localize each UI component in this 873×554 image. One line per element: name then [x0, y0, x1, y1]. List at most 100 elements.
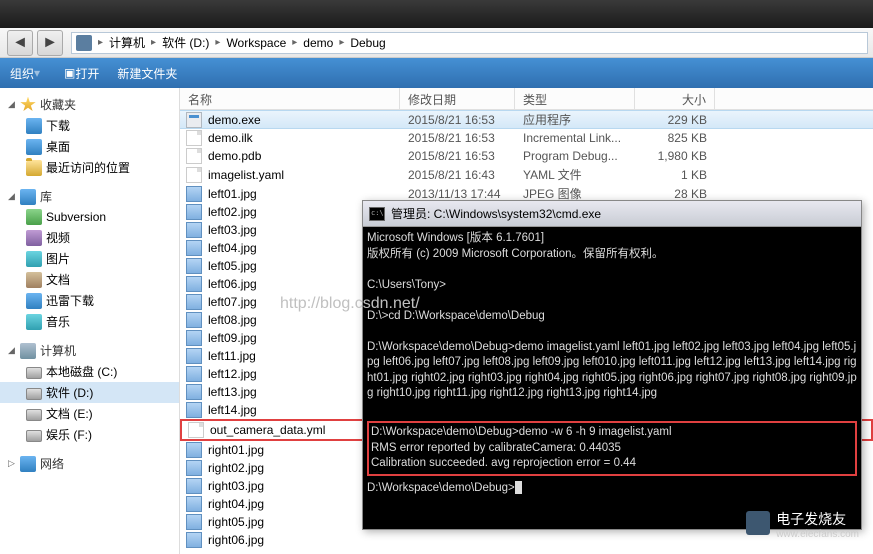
- column-date[interactable]: 修改日期: [400, 88, 515, 109]
- cmd-icon: [369, 207, 385, 221]
- column-size[interactable]: 大小: [635, 88, 715, 109]
- breadcrumb[interactable]: ▸ 计算机 ▸ 软件 (D:) ▸ Workspace ▸ demo ▸ Deb…: [71, 32, 868, 54]
- jpg-icon: [186, 330, 202, 346]
- file-icon: [186, 130, 202, 146]
- new-folder-button[interactable]: 新建文件夹: [117, 65, 177, 82]
- file-type: YAML 文件: [515, 166, 635, 183]
- recent-icon: [26, 160, 42, 176]
- file-name: left13.jpg: [208, 385, 257, 399]
- chevron-right-icon: ▸: [98, 37, 103, 48]
- file-name: right06.jpg: [208, 533, 264, 547]
- pictures-icon: [26, 251, 42, 267]
- file-size: 1 KB: [635, 168, 715, 182]
- sidebar-network[interactable]: ▷网络: [0, 453, 179, 474]
- forward-button[interactable]: ►: [37, 30, 63, 56]
- jpg-icon: [186, 402, 202, 418]
- file-date: 2015/8/21 16:53: [400, 113, 515, 127]
- thunder-icon: [26, 293, 42, 309]
- sidebar-library[interactable]: ◢库: [0, 186, 179, 207]
- file-name: right01.jpg: [208, 443, 264, 457]
- jpg-icon: [186, 384, 202, 400]
- sidebar-computer[interactable]: ◢计算机: [0, 340, 179, 361]
- sidebar-drive-f[interactable]: 娱乐 (F:): [0, 424, 179, 445]
- sidebar-drive-e[interactable]: 文档 (E:): [0, 403, 179, 424]
- file-name: left01.jpg: [208, 187, 257, 201]
- file-row[interactable]: imagelist.yaml2015/8/21 16:43YAML 文件1 KB: [180, 165, 873, 184]
- sidebar-video[interactable]: 视频: [0, 227, 179, 248]
- organize-menu[interactable]: 组织 ▾: [10, 65, 46, 82]
- cursor-icon: [515, 481, 522, 494]
- file-name: imagelist.yaml: [208, 168, 284, 182]
- collapse-icon: ◢: [8, 191, 18, 202]
- download-icon: [26, 118, 42, 134]
- sidebar: ◢收藏夹 下载 桌面 最近访问的位置 ◢库 Subversion 视频 图片 文…: [0, 88, 180, 554]
- jpg-icon: [186, 514, 202, 530]
- sidebar-downloads[interactable]: 下载: [0, 115, 179, 136]
- file-icon: [186, 148, 202, 164]
- watermark-url: http://blog.csdn.net/: [280, 295, 420, 313]
- file-name: left11.jpg: [208, 349, 256, 363]
- sidebar-drive-d[interactable]: 软件 (D:): [0, 382, 179, 403]
- jpg-icon: [186, 312, 202, 328]
- console-window[interactable]: 管理员: C:\Windows\system32\cmd.exe Microso…: [362, 200, 862, 530]
- video-icon: [26, 230, 42, 246]
- file-name: demo.pdb: [208, 149, 261, 163]
- console-titlebar[interactable]: 管理员: C:\Windows\system32\cmd.exe: [363, 201, 861, 227]
- file-row[interactable]: demo.exe2015/8/21 16:53应用程序229 KB: [180, 110, 873, 129]
- file-date: 2013/11/13 17:44: [400, 187, 515, 201]
- file-name: out_camera_data.yml: [210, 423, 325, 437]
- column-type[interactable]: 类型: [515, 88, 635, 109]
- jpg-icon: [186, 366, 202, 382]
- jpg-icon: [186, 204, 202, 220]
- crumb-drive-d[interactable]: 软件 (D:): [160, 34, 211, 51]
- exe-icon: [186, 112, 202, 128]
- open-button[interactable]: ▣ 打开: [64, 65, 99, 82]
- sidebar-favorites[interactable]: ◢收藏夹: [0, 94, 179, 115]
- crumb-demo[interactable]: demo: [301, 36, 335, 50]
- file-name: right04.jpg: [208, 497, 264, 511]
- crumb-computer[interactable]: 计算机: [107, 34, 147, 51]
- network-icon: [20, 456, 36, 472]
- chevron-right-icon: ▸: [151, 37, 156, 48]
- file-name: left09.jpg: [208, 331, 257, 345]
- file-type: Incremental Link...: [515, 131, 635, 145]
- file-row[interactable]: demo.pdb2015/8/21 16:53Program Debug...1…: [180, 147, 873, 165]
- computer-icon: [20, 343, 36, 359]
- file-name: demo.exe: [208, 113, 261, 127]
- library-icon: [20, 189, 36, 205]
- file-row[interactable]: demo.ilk 2015/8/21 16:53Incremental Link.…: [180, 129, 873, 147]
- sidebar-subversion[interactable]: Subversion: [0, 207, 179, 227]
- star-icon: [20, 97, 36, 113]
- column-headers: 名称 修改日期 类型 大小: [180, 88, 873, 110]
- file-name: demo.ilk: [208, 131, 253, 145]
- column-name[interactable]: 名称: [180, 88, 400, 109]
- documents-icon: [26, 272, 42, 288]
- jpg-icon: [186, 276, 202, 292]
- sidebar-documents[interactable]: 文档: [0, 269, 179, 290]
- file-date: 2015/8/21 16:53: [400, 149, 515, 163]
- sidebar-drive-c[interactable]: 本地磁盘 (C:): [0, 361, 179, 382]
- file-name: left03.jpg: [208, 223, 257, 237]
- chevron-right-icon: ▸: [215, 37, 220, 48]
- sidebar-desktop[interactable]: 桌面: [0, 136, 179, 157]
- jpg-icon: [186, 532, 202, 548]
- console-output[interactable]: Microsoft Windows [版本 6.1.7601]版权所有 (c) …: [363, 227, 861, 500]
- console-highlight-box: D:\Workspace\demo\Debug>demo -w 6 -h 9 i…: [367, 421, 857, 476]
- jpg-icon: [186, 478, 202, 494]
- collapse-icon: ◢: [8, 99, 18, 110]
- window-titlebar: [0, 0, 873, 28]
- file-size: 229 KB: [635, 113, 715, 127]
- sidebar-pictures[interactable]: 图片: [0, 248, 179, 269]
- jpg-icon: [186, 460, 202, 476]
- sidebar-thunder[interactable]: 迅雷下载: [0, 290, 179, 311]
- drive-icon: [26, 409, 42, 421]
- file-name: left05.jpg: [208, 259, 257, 273]
- collapse-icon: ◢: [8, 345, 18, 356]
- jpg-icon: [186, 258, 202, 274]
- crumb-debug[interactable]: Debug: [348, 36, 387, 50]
- crumb-workspace[interactable]: Workspace: [224, 36, 288, 50]
- sidebar-recent[interactable]: 最近访问的位置: [0, 157, 179, 178]
- back-button[interactable]: ◄: [7, 30, 33, 56]
- sidebar-music[interactable]: 音乐: [0, 311, 179, 332]
- file-date: 2015/8/21 16:53: [400, 131, 515, 145]
